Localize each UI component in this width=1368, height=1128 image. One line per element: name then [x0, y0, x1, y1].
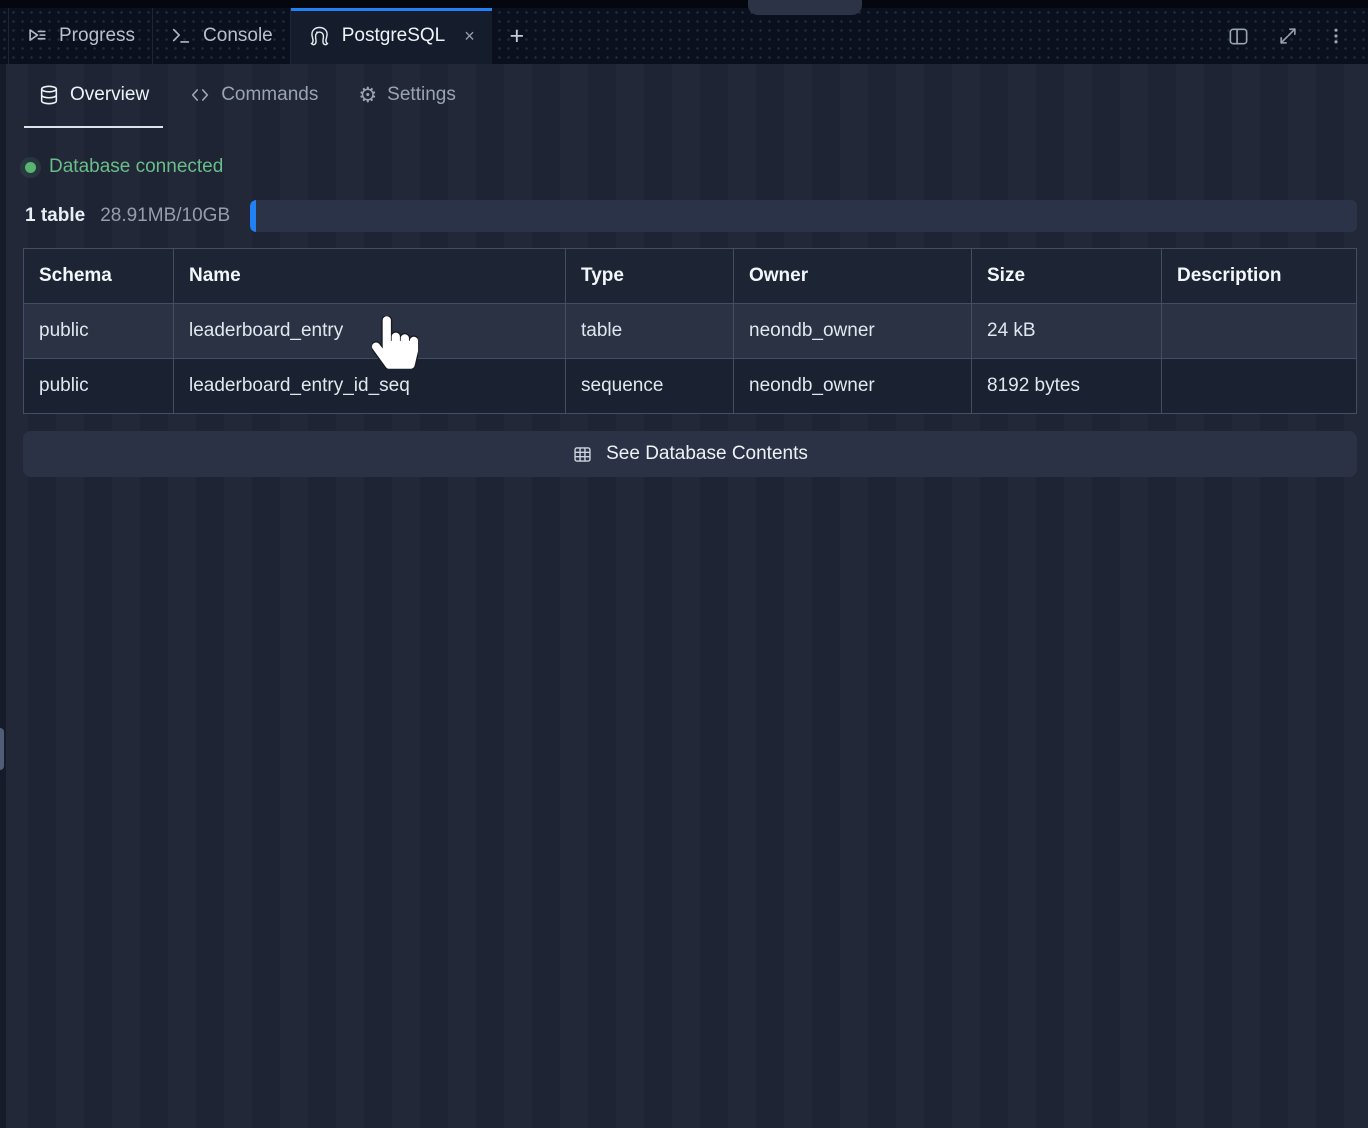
tab-overview[interactable]: Overview [24, 64, 163, 128]
gear-icon: ⚙ [358, 85, 377, 106]
new-tab-button[interactable]: + [492, 8, 542, 64]
cell-type: table [566, 304, 734, 359]
column-header-description: Description [1162, 249, 1357, 304]
floating-element-remnant [748, 0, 862, 15]
cell-name[interactable]: leaderboard_entry [174, 304, 566, 359]
column-header-name: Name [174, 249, 566, 304]
cell-name[interactable]: leaderboard_entry_id_seq [174, 359, 566, 414]
connection-status: Database connected [25, 156, 1368, 178]
console-icon [170, 25, 192, 47]
tab-bar: Progress Console PostgreSQL × + [0, 8, 1368, 64]
window-actions [1227, 8, 1368, 64]
cell-size: 24 kB [972, 304, 1162, 359]
storage-progress-track [250, 200, 1357, 232]
cell-description [1162, 304, 1357, 359]
tab-commands[interactable]: Commands [175, 64, 332, 128]
table-row[interactable]: public leaderboard_entry table neondb_ow… [24, 304, 1357, 359]
subtab-label: Commands [221, 84, 318, 106]
cell-size: 8192 bytes [972, 359, 1162, 414]
expand-icon[interactable] [1277, 25, 1299, 47]
column-header-size: Size [972, 249, 1162, 304]
tab-settings[interactable]: ⚙ Settings [344, 64, 469, 128]
overview-panel: Database connected 1 table 28.91MB/10GB … [0, 128, 1368, 1128]
progress-icon [26, 25, 48, 47]
table-grid-icon [572, 444, 593, 465]
storage-progress-fill [250, 200, 256, 232]
cell-owner: neondb_owner [734, 359, 972, 414]
database-objects-table: Schema Name Type Owner Size Description … [23, 248, 1357, 414]
storage-usage: 28.91MB/10GB [100, 205, 230, 227]
postgresql-icon [308, 25, 331, 48]
usage-row: 1 table 28.91MB/10GB [25, 200, 1357, 232]
status-label: Database connected [49, 156, 223, 178]
see-database-contents-label: See Database Contents [606, 443, 808, 465]
subtab-label: Overview [70, 84, 149, 106]
cell-type: sequence [566, 359, 734, 414]
column-header-type: Type [566, 249, 734, 304]
column-header-owner: Owner [734, 249, 972, 304]
cell-description [1162, 359, 1357, 414]
kebab-menu-icon[interactable] [1326, 25, 1346, 47]
split-view-icon[interactable] [1227, 25, 1250, 48]
tab-label: PostgreSQL [342, 25, 446, 47]
tab-console[interactable]: Console [153, 8, 291, 64]
cell-schema: public [24, 359, 174, 414]
tab-label: Console [203, 25, 273, 47]
database-icon [38, 84, 60, 106]
see-database-contents-button[interactable]: See Database Contents [23, 431, 1357, 477]
status-dot-icon [25, 162, 36, 173]
table-row[interactable]: public leaderboard_entry_id_seq sequence… [24, 359, 1357, 414]
code-icon [189, 84, 211, 106]
cell-schema: public [24, 304, 174, 359]
close-tab-icon[interactable]: × [464, 27, 475, 45]
window-top-strip [0, 0, 1368, 8]
tab-progress[interactable]: Progress [8, 8, 153, 64]
panel-edge [0, 64, 6, 1128]
cell-owner: neondb_owner [734, 304, 972, 359]
postgresql-pane: Progress Console PostgreSQL × + [0, 0, 1368, 1128]
subtab-label: Settings [387, 84, 456, 106]
tab-postgresql[interactable]: PostgreSQL × [291, 8, 492, 64]
table-header-row: Schema Name Type Owner Size Description [24, 249, 1357, 304]
subtab-bar: Overview Commands ⚙ Settings [0, 64, 1368, 128]
column-header-schema: Schema [24, 249, 174, 304]
tab-label: Progress [59, 25, 135, 47]
panel-resize-handle[interactable] [0, 728, 4, 770]
tables-count: 1 table [25, 205, 85, 227]
